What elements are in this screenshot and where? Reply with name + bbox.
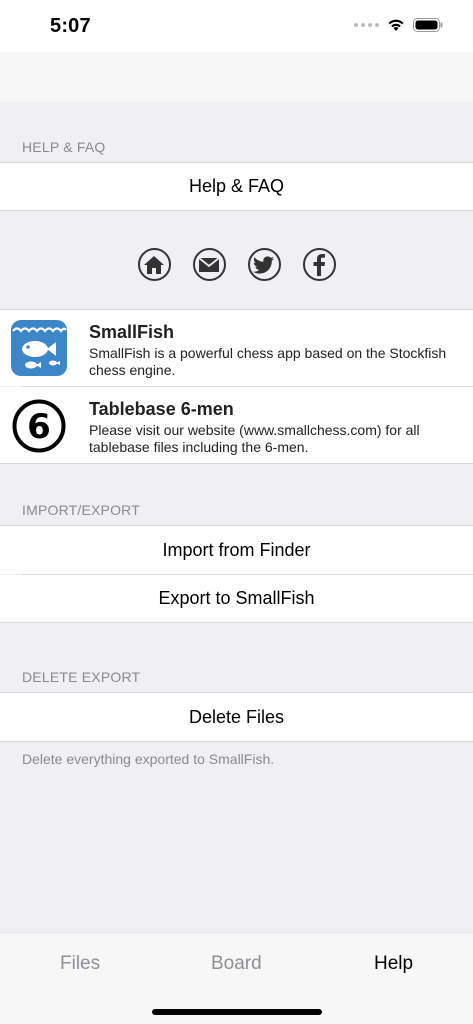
number-six-icon: 6 <box>12 399 66 453</box>
fish-icon <box>11 320 67 376</box>
delete-note: Delete everything exported to SmallFish. <box>22 751 275 767</box>
app-description: Please visit our website (www.smallchess… <box>89 422 420 455</box>
import-from-finder-button[interactable]: Import from Finder <box>0 526 473 574</box>
delete-files-button[interactable]: Delete Files <box>0 693 473 741</box>
delete-export-header: DELETE EXPORT <box>22 669 141 685</box>
import-export-header: IMPORT/EXPORT <box>22 502 140 518</box>
divider <box>0 210 473 211</box>
status-bar: 5:07 <box>0 0 473 52</box>
facebook-icon[interactable] <box>302 248 336 281</box>
number-six-glyph: 6 <box>27 407 51 447</box>
help-faq-button[interactable]: Help & FAQ <box>0 163 473 210</box>
divider <box>0 463 473 464</box>
signal-icon <box>354 23 379 27</box>
app-title: Tablebase 6-men <box>89 399 234 419</box>
battery-icon <box>413 18 443 32</box>
tab-help[interactable]: Help <box>374 953 413 975</box>
nav-bar-area <box>0 52 473 102</box>
tab-board[interactable]: Board <box>211 953 262 975</box>
social-links <box>0 248 473 281</box>
tab-files[interactable]: Files <box>60 953 100 975</box>
divider <box>0 741 473 742</box>
status-time: 5:07 <box>50 15 91 37</box>
app-description: SmallFish is a powerful chess app based … <box>89 345 447 378</box>
export-to-smallfish-button[interactable]: Export to SmallFish <box>0 575 473 622</box>
app-title: SmallFish <box>89 322 175 342</box>
status-indicators <box>354 18 443 32</box>
mail-icon[interactable] <box>192 248 226 281</box>
twitter-icon[interactable] <box>247 248 281 281</box>
app-row-tablebase[interactable]: 6 Tablebase 6-men Please visit our websi… <box>0 387 473 463</box>
home-indicator <box>152 1009 322 1015</box>
divider <box>0 622 473 623</box>
wifi-icon <box>388 19 404 31</box>
home-icon[interactable] <box>137 248 171 281</box>
help-section-header: HELP & FAQ <box>22 139 106 155</box>
app-row-smallfish[interactable]: SmallFish SmallFish is a powerful chess … <box>0 310 473 386</box>
